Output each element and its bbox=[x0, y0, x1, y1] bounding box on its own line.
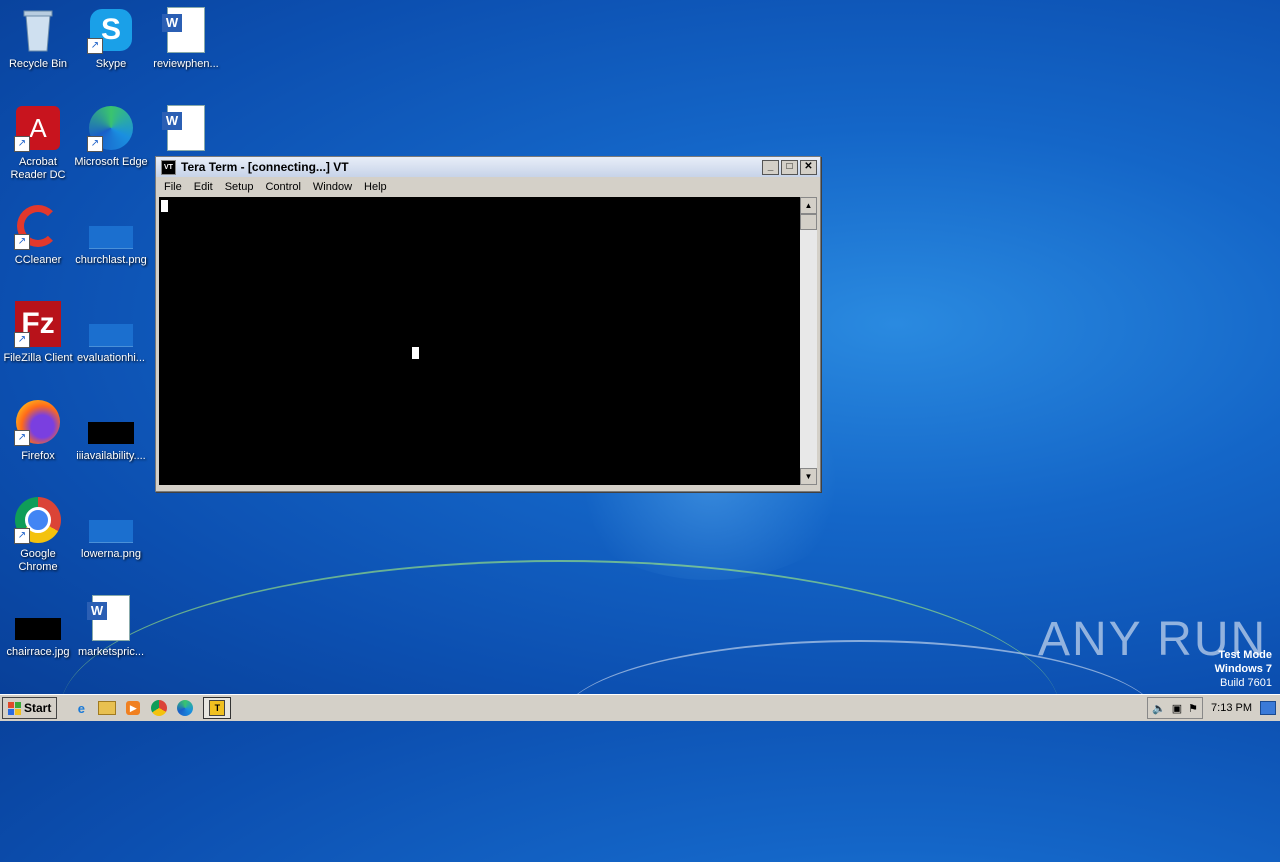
start-button[interactable]: Start bbox=[2, 697, 58, 719]
menu-edit[interactable]: Edit bbox=[188, 181, 219, 193]
scroll-down-button[interactable]: ▼ bbox=[800, 468, 817, 485]
recycle-bin-icon bbox=[14, 6, 62, 54]
menu-bar: File Edit Setup Control Window Help bbox=[156, 177, 820, 196]
desktop-icon-label: iiiavailability.... bbox=[76, 450, 146, 462]
shortcut-arrow-icon: ↗ bbox=[14, 234, 30, 250]
desktop-icon-label: Microsoft Edge bbox=[74, 156, 148, 168]
edge-icon: ↗ bbox=[87, 104, 135, 152]
system-tray: 🔈 ▣ ⚑ bbox=[1147, 697, 1204, 719]
speaker-icon[interactable]: 🔈 bbox=[1152, 702, 1166, 715]
desktop-icon-iiiavailability[interactable]: iiiavailability.... bbox=[73, 398, 149, 463]
image-file-icon bbox=[87, 202, 135, 250]
chrome-icon: ↗ bbox=[14, 496, 62, 544]
menu-window[interactable]: Window bbox=[307, 181, 358, 193]
scroll-thumb[interactable] bbox=[800, 214, 817, 230]
desktop-icon-label: Skype bbox=[95, 58, 127, 70]
menu-setup[interactable]: Setup bbox=[219, 181, 260, 193]
desktop-icon-churchlast[interactable]: churchlast.png bbox=[73, 202, 149, 267]
minimize-button[interactable]: _ bbox=[762, 159, 779, 175]
desktop-icon-ccleaner[interactable]: ↗ CCleaner bbox=[0, 202, 76, 267]
acrobat-icon: A ↗ bbox=[14, 104, 62, 152]
desktop-icon-firefox[interactable]: ↗ Firefox bbox=[0, 398, 76, 463]
desktop-icon-filezilla[interactable]: Fz ↗ FileZilla Client bbox=[0, 300, 76, 365]
shortcut-arrow-icon: ↗ bbox=[14, 332, 30, 348]
menu-control[interactable]: Control bbox=[259, 181, 306, 193]
desktop-icon-label: CCleaner bbox=[14, 254, 62, 266]
menu-file[interactable]: File bbox=[158, 181, 188, 193]
desktop-icon-label: evaluationhi... bbox=[77, 352, 145, 364]
desktop-icon-reviewphen[interactable]: W reviewphen... bbox=[148, 6, 224, 71]
filezilla-icon: Fz ↗ bbox=[14, 300, 62, 348]
teraterm-taskbar-button[interactable]: T bbox=[203, 697, 232, 719]
desktop-icon-label: FileZilla Client bbox=[3, 352, 73, 364]
windows-logo-icon bbox=[8, 701, 21, 715]
watermark-line: Build 7601 bbox=[1220, 677, 1272, 689]
shortcut-arrow-icon: ↗ bbox=[14, 430, 30, 446]
menu-help[interactable]: Help bbox=[358, 181, 393, 193]
edge-taskbar-icon[interactable] bbox=[175, 698, 195, 718]
file-explorer-icon[interactable] bbox=[97, 698, 117, 718]
desktop-icon-evaluationhi[interactable]: evaluationhi... bbox=[73, 300, 149, 365]
word-document-icon: W bbox=[87, 594, 135, 642]
terminal-area[interactable] bbox=[159, 197, 800, 485]
maximize-button[interactable]: □ bbox=[781, 159, 798, 175]
desktop-icon-marketspric[interactable]: W marketspric... bbox=[73, 594, 149, 659]
teraterm-taskbar-icon: T bbox=[209, 700, 226, 716]
show-desktop-button[interactable] bbox=[1260, 701, 1276, 715]
taskbar: Start e ▶ T 🔈 ▣ ⚑ 7:13 PM bbox=[0, 694, 1280, 721]
mouse-text-cursor bbox=[412, 347, 419, 359]
os-watermark: Test Mode Windows 7 Build 7601 bbox=[1215, 648, 1272, 690]
firefox-icon: ↗ bbox=[14, 398, 62, 446]
start-label: Start bbox=[24, 701, 52, 715]
media-player-icon[interactable]: ▶ bbox=[123, 698, 143, 718]
desktop-icon-label: lowerna.png bbox=[81, 548, 141, 560]
network-icon[interactable]: ▣ bbox=[1172, 702, 1182, 715]
desktop-icon-label: Recycle Bin bbox=[8, 58, 68, 70]
desktop-icon-label: Firefox bbox=[21, 450, 55, 462]
desktop-icon-chrome[interactable]: ↗ Google Chrome bbox=[0, 496, 76, 574]
watermark-line: Test Mode bbox=[1218, 649, 1272, 661]
desktop-icon-acrobat[interactable]: A ↗ Acrobat Reader DC bbox=[0, 104, 76, 182]
teraterm-window[interactable]: VT Tera Term - [connecting...] VT _ □ ✕ … bbox=[155, 156, 821, 492]
scroll-up-button[interactable]: ▲ bbox=[800, 197, 817, 214]
image-file-icon bbox=[87, 496, 135, 544]
desktop-icon-lowerna[interactable]: lowerna.png bbox=[73, 496, 149, 561]
vertical-scrollbar[interactable]: ▲ ▼ bbox=[800, 197, 817, 485]
close-button[interactable]: ✕ bbox=[800, 159, 817, 175]
desktop-icon-label: Acrobat Reader DC bbox=[10, 156, 66, 181]
desktop-icon-recycle-bin[interactable]: Recycle Bin bbox=[0, 6, 76, 71]
shortcut-arrow-icon: ↗ bbox=[14, 136, 30, 152]
skype-icon: S ↗ bbox=[87, 6, 135, 54]
desktop-icon-label: marketspric... bbox=[77, 646, 144, 658]
desktop-icon-skype[interactable]: S ↗ Skype bbox=[73, 6, 149, 71]
taskbar-clock[interactable]: 7:13 PM bbox=[1211, 702, 1252, 714]
terminal-cursor bbox=[161, 200, 168, 212]
shortcut-arrow-icon: ↗ bbox=[87, 38, 103, 54]
image-file-icon bbox=[87, 300, 135, 348]
teraterm-app-icon: VT bbox=[161, 159, 176, 175]
window-titlebar[interactable]: VT Tera Term - [connecting...] VT _ □ ✕ bbox=[156, 157, 820, 177]
desktop-icon-edge[interactable]: ↗ Microsoft Edge bbox=[73, 104, 149, 169]
word-document-icon: W bbox=[162, 6, 210, 54]
desktop-icon-chairrace[interactable]: chairrace.jpg bbox=[0, 594, 76, 659]
desktop-icon-label: churchlast.png bbox=[75, 254, 147, 266]
window-title: Tera Term - [connecting...] VT bbox=[181, 160, 349, 174]
chrome-taskbar-icon[interactable] bbox=[149, 698, 169, 718]
desktop-icon-label: reviewphen... bbox=[153, 58, 219, 70]
image-file-icon bbox=[87, 398, 135, 446]
image-file-icon bbox=[14, 594, 62, 642]
desktop-icon-label: chairrace.jpg bbox=[6, 646, 70, 658]
watermark-line: Windows 7 bbox=[1214, 663, 1272, 675]
shortcut-arrow-icon: ↗ bbox=[87, 136, 103, 152]
shortcut-arrow-icon: ↗ bbox=[14, 528, 30, 544]
ccleaner-icon: ↗ bbox=[14, 202, 62, 250]
desktop-icon-word-doc[interactable]: W bbox=[148, 104, 224, 156]
desktop-icon-label: Google Chrome bbox=[18, 548, 58, 573]
word-document-icon: W bbox=[162, 104, 210, 152]
action-center-flag-icon[interactable]: ⚑ bbox=[1188, 702, 1198, 715]
internet-explorer-icon[interactable]: e bbox=[71, 698, 91, 718]
